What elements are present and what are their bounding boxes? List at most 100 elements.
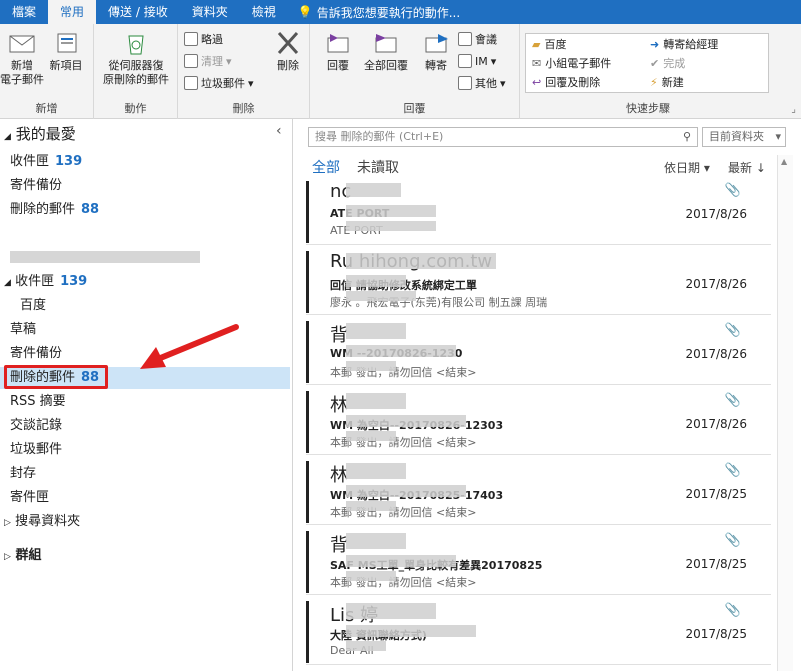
meeting-button[interactable]: 會議: [458, 30, 497, 48]
ignore-label: 略過: [201, 33, 223, 46]
tab-view[interactable]: 檢視: [240, 0, 288, 24]
fav-item-sent[interactable]: 寄件備份: [0, 175, 290, 197]
search-scope-dropdown[interactable]: 目前資料夾 ▾: [702, 127, 786, 147]
tab-file[interactable]: 檔案: [0, 0, 48, 24]
quick-step-label: 小組電子郵件: [545, 57, 612, 70]
group-new: 新增 電子郵件 新項目 新增: [0, 24, 94, 119]
filter-all[interactable]: 全部: [312, 157, 340, 177]
quick-step-baidu[interactable]: ▰ 百度: [532, 35, 566, 53]
new-email-button[interactable]: 新增 電子郵件: [0, 30, 44, 87]
groups-header[interactable]: ▷ 群組: [0, 545, 290, 567]
tab-home[interactable]: 常用: [48, 0, 97, 24]
chevron-down-icon: ▾: [490, 54, 497, 68]
quick-step-label: 轉寄給經理: [663, 38, 719, 51]
im-label: IM: [475, 54, 488, 68]
im-button[interactable]: IM ▾: [458, 52, 496, 70]
group-quick-label: 快速步驟: [626, 102, 670, 115]
forward-button[interactable]: 轉寄: [414, 30, 458, 73]
favorites-header[interactable]: ◢ 我的最愛: [0, 123, 290, 145]
cleanup-button[interactable]: 清理 ▾: [184, 52, 232, 70]
paperclip-icon: 📎: [724, 183, 741, 198]
account-inbox[interactable]: ◢ 收件匣 139: [0, 271, 290, 293]
delete-x-icon: [274, 30, 302, 56]
tab-send-receive[interactable]: 傳送 / 接收: [96, 0, 180, 24]
redacted-blur: [346, 323, 406, 339]
delete-button[interactable]: 刪除: [266, 30, 310, 73]
folder-search-folders[interactable]: ▷ 搜尋資料夾: [0, 511, 290, 533]
recycle-bin-icon: [122, 30, 150, 56]
quick-step-done[interactable]: ✔ 完成: [650, 54, 685, 72]
more-respond-button[interactable]: 其他 ▾: [458, 74, 506, 92]
sort-order-toggle[interactable]: 最新 ↓: [728, 159, 766, 176]
message-row[interactable]: 背SAF MS工單_單身比較有差異20170825本郵 發出，請勿回信 <結束>…: [306, 529, 771, 595]
cleanup-label: 清理: [201, 55, 223, 68]
redacted-blur: [346, 571, 396, 581]
quick-step-reply-delete[interactable]: ↩ 回覆及刪除: [532, 73, 600, 91]
group-respond: 回覆 全部回覆 轉寄 會議 IM ▾ 其他 ▾ 回覆: [310, 24, 520, 119]
folder-label: 封存: [10, 466, 37, 481]
message-row[interactable]: Lis 婷大陸 資訊聯絡方式)Dear All2017/8/25📎: [306, 599, 771, 665]
redacted-blur: [346, 603, 436, 619]
quick-step-new[interactable]: ⚡ 新建: [650, 73, 684, 91]
favorites-label: 我的最愛: [15, 125, 76, 143]
dialog-launcher-icon[interactable]: ⌟: [791, 104, 796, 115]
folder-label: 草稿: [10, 322, 37, 337]
message-row[interactable]: 林WM 為空白--20170826-12303本郵 發出，請勿回信 <結束>20…: [306, 389, 771, 455]
scroll-up-icon[interactable]: ▲: [781, 157, 787, 166]
redacted-blur: [346, 415, 466, 427]
quick-step-label: 百度: [544, 38, 567, 51]
tell-me-text: 告訴我您想要執行的動作...: [316, 5, 461, 20]
message-row[interactable]: Ru hihong.com.tw回信 請協助修改系統綁定工單廖永 。飛宏電子(东…: [306, 249, 771, 315]
unread-count: 139: [55, 154, 83, 169]
fav-item-inbox[interactable]: 收件匣 139: [0, 151, 290, 173]
junk-button[interactable]: 垃圾郵件 ▾: [184, 74, 254, 92]
folder-archive[interactable]: 封存: [0, 463, 290, 485]
message-date: 2017/8/25: [685, 627, 747, 641]
new-items-label: 新項目: [49, 59, 83, 72]
folder-rss[interactable]: RSS 摘要: [0, 391, 290, 413]
junk-label: 垃圾郵件: [201, 77, 245, 90]
search-icon[interactable]: ⚲: [683, 128, 691, 146]
folder-outbox[interactable]: 寄件匣: [0, 487, 290, 509]
list-scrollbar[interactable]: ▲: [777, 155, 793, 671]
folder-baidu[interactable]: 百度: [0, 295, 290, 317]
lightbulb-icon: 💡: [297, 5, 313, 19]
tell-me-box[interactable]: 💡 告訴我您想要執行的動作...: [288, 4, 460, 21]
paperclip-icon: 📎: [724, 533, 741, 548]
redacted-blur: [346, 361, 396, 371]
search-input[interactable]: 搜尋 刪除的郵件 (Ctrl+E) ⚲: [308, 127, 698, 147]
redacted-blur: [346, 275, 406, 287]
tab-folder[interactable]: 資料夾: [180, 0, 240, 24]
unread-bar: [306, 321, 309, 383]
folder-junk[interactable]: 垃圾郵件: [0, 439, 290, 461]
collapse-pane-icon[interactable]: ‹: [276, 123, 282, 139]
folder-conversation-history[interactable]: 交談記錄: [0, 415, 290, 437]
forward-label: 轉寄: [425, 59, 447, 72]
redacted-blur: [346, 205, 436, 217]
folder-label: 收件匣: [15, 274, 55, 289]
folder-label: 百度: [20, 298, 47, 313]
reply-button[interactable]: 回覆: [316, 30, 360, 73]
new-items-button[interactable]: 新項目: [44, 30, 88, 73]
fav-item-deleted[interactable]: 刪除的郵件 88: [0, 199, 290, 221]
folder-label: RSS 摘要: [10, 394, 66, 409]
ignore-button[interactable]: 略過: [184, 30, 223, 48]
message-row[interactable]: 林WM 為空白--20170825-17403本郵 發出，請勿回信 <結束>20…: [306, 459, 771, 525]
quick-step-team-email[interactable]: ✉ 小組電子郵件: [532, 54, 611, 72]
message-row[interactable]: 背WM --20170826-1230本郵 發出，請勿回信 <結束>2017/8…: [306, 319, 771, 385]
sort-by-dropdown[interactable]: 依日期 ▾: [664, 159, 710, 176]
meeting-icon: [458, 32, 472, 46]
message-row[interactable]: ncATE PORTATE PORT2017/8/26📎: [306, 179, 771, 245]
filter-unread[interactable]: 未讀取: [357, 157, 399, 177]
chevron-down-icon: ▾: [248, 76, 254, 90]
folder-pane: ◢ 我的最愛 ‹ 收件匣 139 寄件備份 刪除的郵件 88 ◢ 收件匣 139 百度…: [0, 119, 293, 671]
message-date: 2017/8/26: [685, 347, 747, 361]
checkmark-icon: ✔: [650, 56, 660, 70]
quick-step-forward-manager[interactable]: ➜ 轉寄給經理: [650, 35, 718, 53]
restore-deleted-button[interactable]: 從伺服器復 原刪除的郵件: [98, 30, 174, 87]
redacted-blur: [346, 625, 476, 637]
account-name-redacted[interactable]: [10, 251, 200, 263]
reply-all-icon: [372, 30, 400, 56]
reply-all-button[interactable]: 全部回覆: [360, 30, 412, 73]
envelope-icon: [8, 30, 36, 56]
